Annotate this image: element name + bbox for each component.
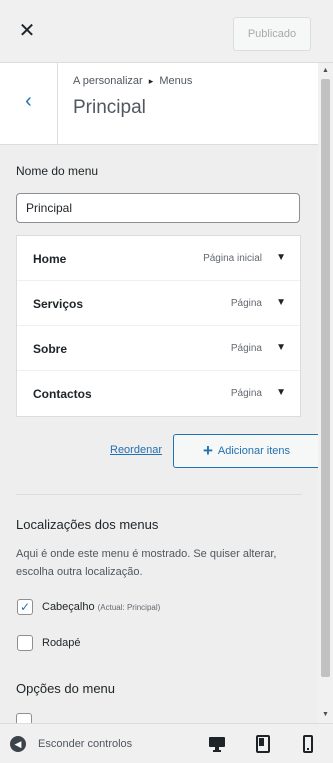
- add-items-label: Adicionar itens: [217, 445, 291, 457]
- tablet-icon[interactable]: [255, 735, 275, 753]
- menu-item[interactable]: Home Página inicial ▼: [17, 236, 300, 281]
- caret-down-icon[interactable]: ▼: [276, 387, 286, 398]
- menu-item-type: Página: [230, 343, 262, 354]
- menu-actions: Reordenar + Adicionar itens: [16, 417, 318, 479]
- scroll-down-icon[interactable]: ▼: [321, 710, 330, 720]
- location-option-label[interactable]: Cabeçalho (Actual: Principal): [42, 601, 160, 613]
- caret-down-icon[interactable]: ▼: [276, 342, 286, 353]
- customizer-header: ✕ Publicado: [0, 0, 333, 63]
- caret-down-icon[interactable]: ▼: [276, 297, 286, 308]
- checkbox[interactable]: [16, 713, 32, 723]
- reorder-link[interactable]: Reordenar: [110, 444, 162, 456]
- menu-item-title: Sobre: [33, 342, 68, 356]
- scrollbar-thumb[interactable]: [321, 79, 330, 677]
- breadcrumb-section: Menus: [159, 75, 193, 87]
- divider: [16, 494, 302, 495]
- menu-item-type: Página inicial: [203, 253, 262, 264]
- menu-name-label: Nome do menu: [16, 164, 99, 178]
- location-option-name: Cabeçalho: [42, 601, 95, 613]
- menu-item-type: Página: [230, 298, 262, 309]
- close-icon[interactable]: ✕: [14, 18, 40, 44]
- menu-settings-panel: Nome do menu Home Página inicial ▼ Servi…: [0, 146, 318, 723]
- mobile-icon[interactable]: [302, 735, 322, 753]
- breadcrumb-prefix: A personalizar: [73, 75, 143, 87]
- location-option-header[interactable]: ✓ Cabeçalho (Actual: Principal): [16, 595, 302, 621]
- menu-options-heading: Opções do menu: [16, 681, 116, 696]
- scroll-up-icon[interactable]: ▲: [321, 66, 330, 76]
- menu-item-title: Home: [33, 252, 67, 266]
- publish-button[interactable]: Publicado: [233, 17, 311, 51]
- plus-icon: +: [202, 441, 213, 460]
- menu-items-list: Home Página inicial ▼ Serviços Página ▼ …: [16, 235, 301, 417]
- menu-locations-heading: Localizações dos menus: [16, 517, 159, 532]
- add-items-button[interactable]: + Adicionar itens: [173, 434, 318, 468]
- menu-name-input[interactable]: [16, 193, 300, 223]
- collapse-label: Esconder controlos: [38, 738, 133, 750]
- desktop-icon[interactable]: [208, 735, 228, 753]
- location-option-name: Rodapé: [42, 637, 81, 649]
- checkmark-icon[interactable]: ✓: [17, 599, 33, 615]
- page-title: Principal: [73, 97, 146, 118]
- breadcrumb-arrow-icon: ▸: [148, 76, 154, 86]
- menu-item[interactable]: Sobre Página ▼: [17, 326, 300, 371]
- checkbox[interactable]: [17, 635, 33, 651]
- menu-item[interactable]: Contactos Página ▼: [17, 371, 300, 416]
- location-option-footer[interactable]: Rodapé: [16, 631, 302, 657]
- panel-title-section: ‹ A personalizar ▸ Menus Principal: [0, 63, 318, 145]
- scrollbar[interactable]: ▲ ▼: [318, 63, 333, 723]
- menu-item-type: Página: [230, 388, 262, 399]
- menu-item-title: Serviços: [33, 297, 84, 311]
- menu-locations-description: Aqui é onde este menu é mostrado. Se qui…: [16, 548, 277, 578]
- location-option-label[interactable]: Rodapé: [42, 637, 81, 649]
- breadcrumb: A personalizar ▸ Menus: [73, 75, 192, 87]
- back-button[interactable]: ‹: [0, 63, 58, 145]
- location-option-note: (Actual: Principal): [97, 603, 161, 612]
- chevron-left-icon: ‹: [25, 90, 32, 112]
- collapse-circle-icon: ◀: [10, 736, 26, 752]
- menu-item[interactable]: Serviços Página ▼: [17, 281, 300, 326]
- menu-item-title: Contactos: [33, 387, 92, 401]
- customizer-footer: ◀ Esconder controlos: [0, 723, 333, 763]
- caret-down-icon[interactable]: ▼: [276, 252, 286, 263]
